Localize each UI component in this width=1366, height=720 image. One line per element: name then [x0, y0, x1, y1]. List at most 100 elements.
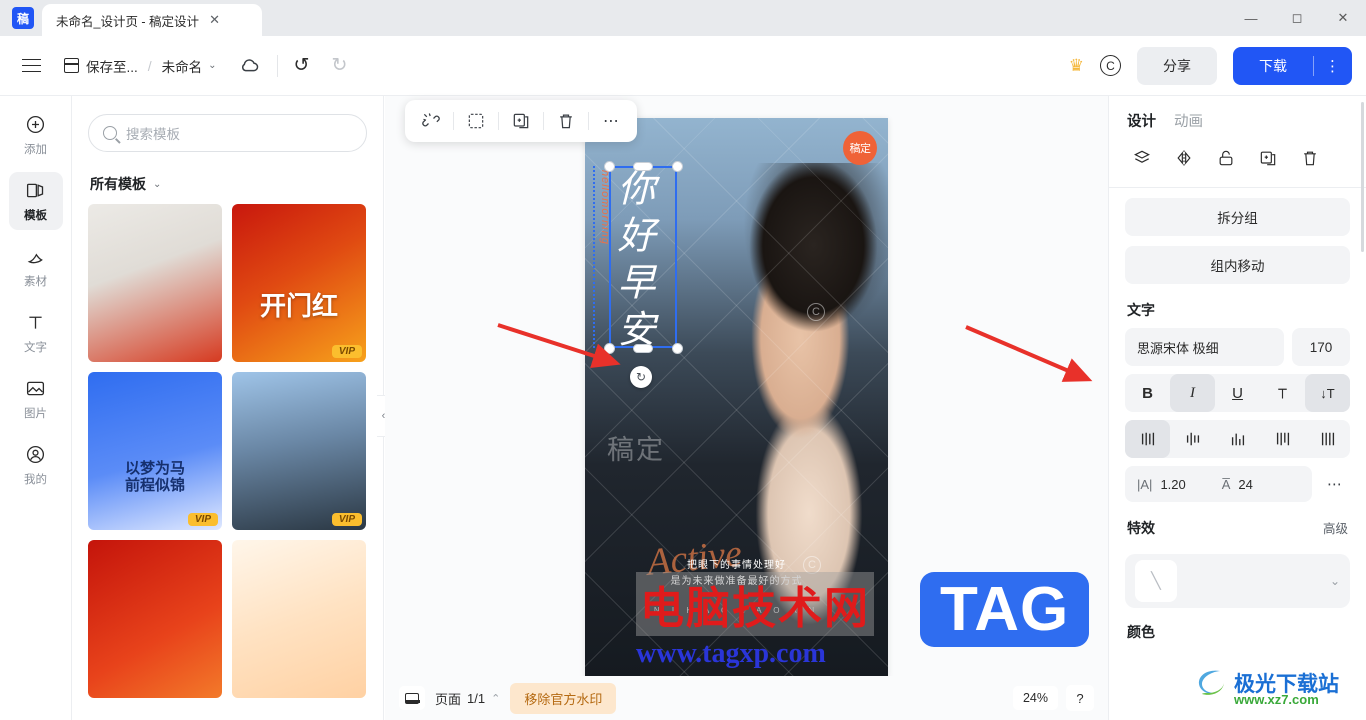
sidebar-item-mine[interactable]: 我的 [9, 436, 63, 494]
template-thumbnail[interactable] [88, 540, 222, 698]
undo-icon[interactable]: ↺ [294, 54, 310, 77]
align-distribute-button[interactable] [1305, 420, 1350, 458]
document-name[interactable]: 未命名 [162, 56, 203, 76]
template-thumbnail[interactable]: 开门红 VIP [232, 204, 366, 362]
copyright-icon[interactable]: C [1100, 55, 1121, 76]
chevron-up-icon[interactable]: ⌃ [491, 692, 500, 705]
zoom-level[interactable]: 24% [1012, 686, 1058, 710]
close-icon[interactable]: ✕ [1320, 0, 1366, 36]
cloud-sync-icon[interactable] [239, 55, 261, 77]
download-more-icon[interactable]: ⋮ [1314, 48, 1352, 84]
page-indicator[interactable]: 页面 1/1 ⌃ [435, 689, 500, 708]
copy-icon[interactable] [1251, 143, 1285, 173]
text-section-title: 文字 [1127, 302, 1155, 318]
tab-animation[interactable]: 动画 [1174, 110, 1203, 131]
sidebar-item-material[interactable]: 素材 [9, 238, 63, 296]
resize-handle[interactable] [672, 343, 683, 354]
toolbar-divider [276, 54, 278, 77]
flip-icon[interactable] [1167, 143, 1201, 173]
sidebar-item-template[interactable]: 模板 [8, 172, 63, 230]
template-icon [25, 180, 46, 202]
maximize-icon[interactable]: ◻ [1274, 0, 1320, 36]
rotate-handle[interactable]: ↻ [630, 366, 652, 388]
download-button[interactable]: 下载 [1233, 47, 1313, 85]
remove-watermark-button[interactable]: 移除官方水印 [510, 682, 617, 714]
template-panel: 搜索模板 所有模板 ⌄ 开门红 VIP 以梦为马 前程似锦 VIP VIP [72, 96, 384, 720]
panel-divider [1109, 187, 1366, 188]
lock-icon[interactable] [1209, 143, 1243, 173]
ungroup-button[interactable]: 拆分组 [1125, 198, 1350, 236]
align-justify-button[interactable] [1125, 420, 1170, 458]
move-select-icon[interactable] [454, 100, 498, 142]
help-button[interactable]: ? [1066, 685, 1094, 711]
watermark-url: www.tagxp.com [636, 638, 826, 669]
delete-icon[interactable] [1293, 143, 1327, 173]
delete-icon[interactable] [544, 100, 588, 142]
effects-title: 特效 [1127, 520, 1155, 536]
sidebar-item-image[interactable]: 图片 [9, 370, 63, 428]
panel-scrollbar[interactable] [1361, 102, 1364, 252]
text-icon [25, 312, 46, 334]
search-input[interactable]: 搜索模板 [88, 114, 367, 152]
font-size-input[interactable]: 170 [1292, 328, 1350, 366]
sidebar-item-text[interactable]: 文字 [9, 304, 63, 362]
search-icon [103, 126, 117, 140]
resize-handle[interactable] [604, 343, 615, 354]
category-selector[interactable]: 所有模板 ⌄ [90, 174, 383, 194]
align-bottom-button[interactable] [1215, 420, 1260, 458]
template-grid: 开门红 VIP 以梦为马 前程似锦 VIP VIP [72, 204, 383, 698]
template-thumbnail[interactable] [88, 204, 222, 362]
chevron-down-icon[interactable]: ⌄ [208, 60, 216, 71]
sidebar-label-add: 添加 [24, 143, 47, 156]
chevron-down-icon[interactable]: ⌄ [1330, 574, 1340, 588]
duplicate-icon[interactable] [499, 100, 543, 142]
tab-design[interactable]: 设计 [1127, 110, 1156, 131]
page-number: 1/1 [467, 690, 486, 706]
underline-button[interactable]: U [1215, 374, 1260, 412]
text-more-icon[interactable]: ⋯ [1320, 475, 1350, 493]
browser-tab[interactable]: 未命名_设计页 - 稿定设计 ✕ [42, 4, 262, 36]
effect-swatch[interactable]: ╲ [1135, 560, 1177, 602]
resize-handle-mid[interactable] [633, 162, 653, 171]
image-icon [25, 378, 46, 400]
template-thumbnail[interactable]: VIP [232, 372, 366, 530]
move-in-group-button[interactable]: 组内移动 [1125, 246, 1350, 284]
effects-advanced-link[interactable]: 高级 [1323, 518, 1348, 537]
selection-box[interactable] [609, 166, 677, 348]
tab-close-icon[interactable]: ✕ [209, 12, 220, 28]
resize-handle-mid[interactable] [633, 344, 653, 353]
align-center-button[interactable] [1170, 420, 1215, 458]
unlink-icon[interactable] [409, 100, 453, 142]
align-top-button[interactable] [1260, 420, 1305, 458]
italic-button[interactable]: I [1170, 374, 1215, 412]
effects-selector[interactable]: ╲ ⌄ [1125, 554, 1350, 608]
app-logo-icon: 稿 [12, 7, 34, 29]
thumbnail-caption: 开门红 [259, 291, 338, 322]
crown-icon[interactable]: ♛ [1069, 56, 1084, 76]
app-logo: 稿 [8, 5, 38, 31]
template-thumbnail[interactable] [232, 540, 366, 698]
layers-icon[interactable] [1125, 143, 1159, 173]
font-family-select[interactable]: 思源宋体 极细 [1125, 328, 1284, 366]
sidebar-item-add[interactable]: 添加 [9, 106, 63, 164]
minimize-icon[interactable]: — [1228, 0, 1274, 36]
watermark-jiguang-url: www.xz7.com [1234, 692, 1319, 707]
tab-title: 未命名_设计页 - 稿定设计 [56, 14, 200, 29]
search-placeholder: 搜索模板 [126, 127, 180, 142]
bold-button[interactable]: B [1125, 374, 1170, 412]
template-thumbnail[interactable]: 以梦为马 前程似锦 VIP [88, 372, 222, 530]
text-metrics[interactable]: |A| 1.20 A̅ 24 [1125, 466, 1312, 502]
resize-handle[interactable] [604, 161, 615, 172]
download-group: 下载 ⋮ [1233, 46, 1352, 85]
path-separator: / [147, 57, 152, 74]
redo-icon[interactable]: ↻ [331, 54, 347, 77]
resize-handle[interactable] [672, 161, 683, 172]
more-icon[interactable]: ⋯ [589, 100, 633, 142]
menu-icon[interactable] [14, 49, 48, 83]
page-view-icon[interactable] [399, 686, 425, 710]
save-to-button[interactable]: 保存至... [63, 56, 138, 76]
strikethrough-button[interactable] [1260, 374, 1305, 412]
canvas-watermark-text: 稿定 [607, 435, 665, 465]
vertical-text-button[interactable]: ↓T [1305, 374, 1350, 412]
share-button[interactable]: 分享 [1137, 46, 1217, 85]
